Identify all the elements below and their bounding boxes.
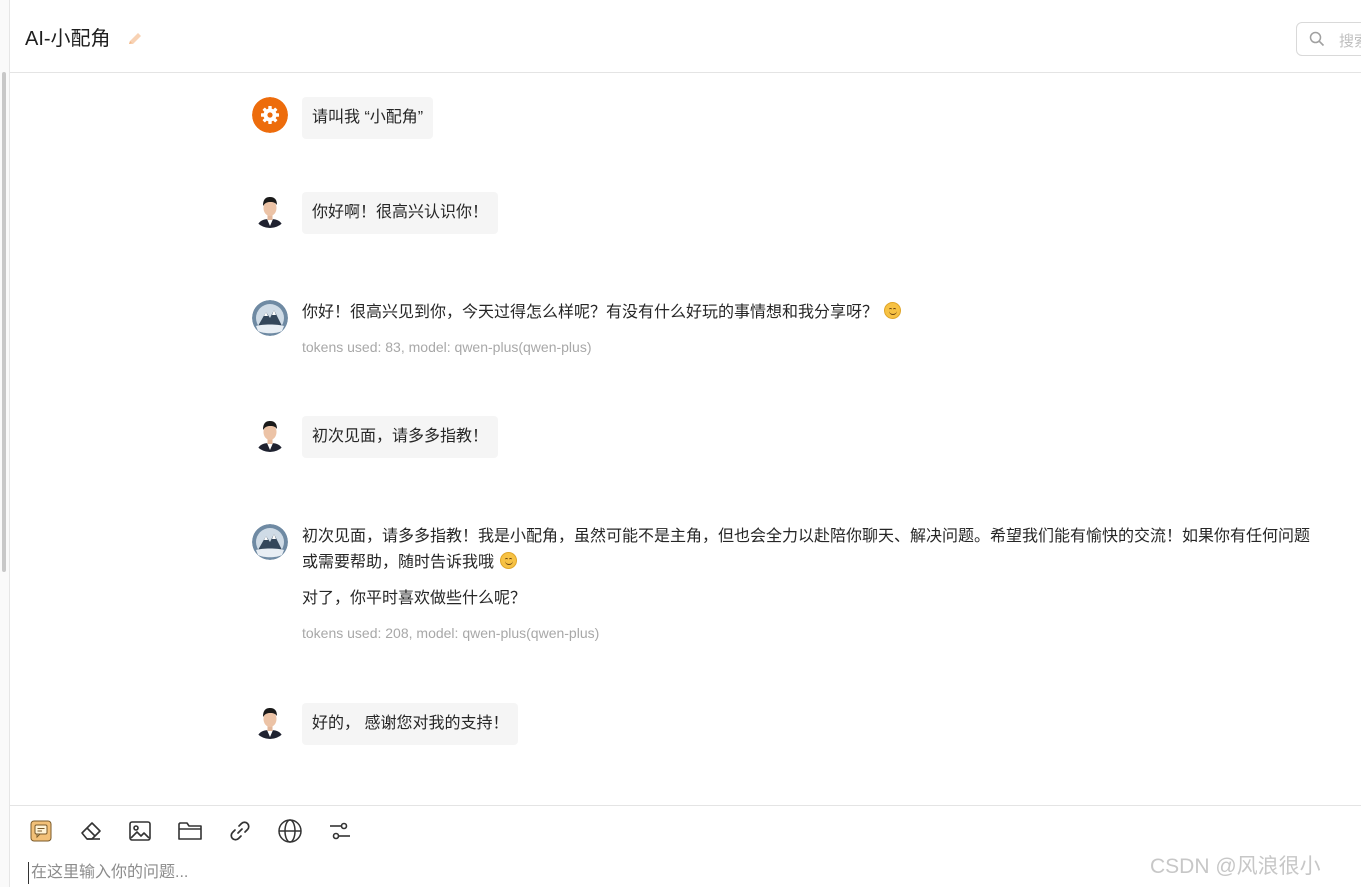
left-panel-edge [0, 0, 10, 887]
token-usage-info: tokens used: 208, model: qwen-plus(qwen-… [302, 625, 600, 641]
assistant-avatar [252, 524, 288, 560]
message-bubble: 你好啊！很高兴认识你！ [302, 192, 499, 234]
search-icon [1309, 31, 1325, 47]
search-input[interactable]: 搜索 [1296, 22, 1361, 56]
smile-emoji-icon [500, 552, 518, 569]
assistant-response: 初次见面，请多多指教！我是小配角，虽然可能不是主角，但也会全力以赴陪你聊天、解决… [302, 524, 1312, 642]
assistant-response: 你好！很高兴见到你，今天过得怎么样呢？有没有什么好玩的事情想和我分享呀？ tok… [302, 300, 1312, 356]
left-scrollbar[interactable] [2, 72, 6, 572]
search-placeholder: 搜索 [1339, 33, 1361, 50]
user-avatar [252, 192, 288, 228]
chat-messages: 请叫我 “小配角” 你好啊！很高兴认识你！ 你好！很高兴见到你，今天过得怎么样呢… [10, 73, 1361, 805]
settings-sliders-icon[interactable] [327, 818, 353, 844]
response-paragraph: 初次见面，请多多指教！我是小配角，虽然可能不是主角，但也会全力以赴陪你聊天、解决… [302, 528, 1311, 571]
watermark: CSDN @风浪很小 [1150, 855, 1321, 878]
response-paragraph: 对了，你平时喜欢做些什么呢？ [302, 590, 527, 607]
system-avatar [252, 97, 288, 133]
chat-title: AI-小配角 [25, 28, 111, 50]
question-input[interactable] [28, 862, 1128, 884]
smile-emoji-icon [884, 302, 902, 319]
message-bubble: 好的， 感谢您对我的支持！ [302, 703, 519, 745]
assistant-avatar [252, 300, 288, 336]
token-usage-info: tokens used: 83, model: qwen-plus(qwen-p… [302, 339, 592, 355]
link-icon[interactable] [227, 818, 253, 844]
globe-icon[interactable] [277, 818, 303, 844]
edit-title-icon[interactable] [125, 29, 145, 49]
user-avatar [252, 703, 288, 739]
user-avatar [252, 416, 288, 452]
image-icon[interactable] [127, 818, 153, 844]
folder-icon[interactable] [177, 818, 203, 844]
eraser-icon[interactable] [78, 818, 104, 844]
chat-header: AI-小配角 搜索 [10, 0, 1361, 73]
message-bubble: 请叫我 “小配角” [302, 97, 434, 139]
response-paragraph: 你好！很高兴见到你，今天过得怎么样呢？有没有什么好玩的事情想和我分享呀？ [302, 304, 879, 321]
chat-mode-icon[interactable] [28, 818, 54, 844]
message-bubble: 初次见面，请多多指教！ [302, 416, 499, 458]
